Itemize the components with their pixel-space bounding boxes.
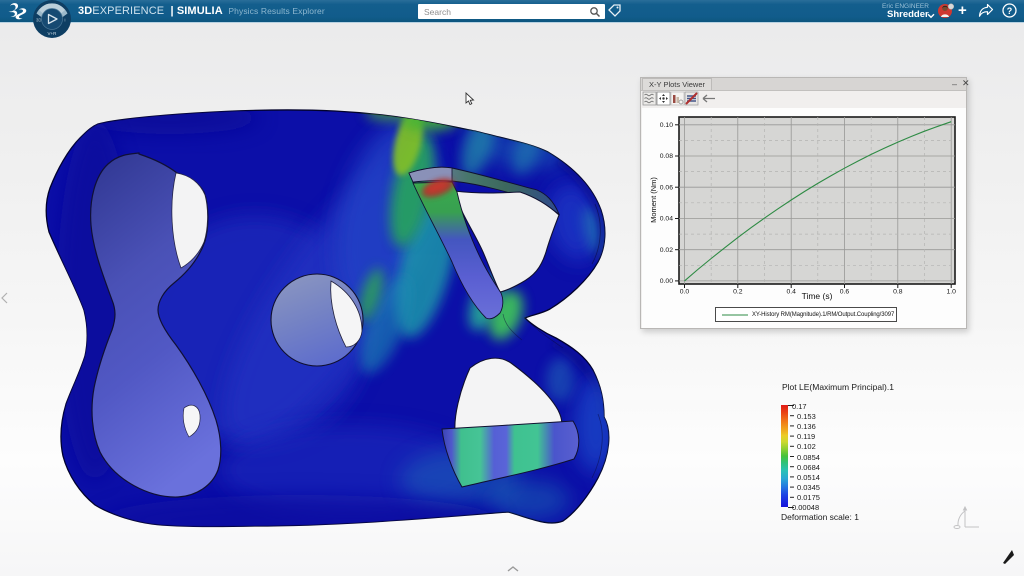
svg-text:0.06: 0.06 (660, 184, 673, 191)
svg-text:Moment (Nm): Moment (Nm) (649, 177, 658, 223)
svg-text:0.04: 0.04 (660, 216, 673, 223)
svg-text:0.4: 0.4 (786, 289, 796, 296)
svg-text:i: i (65, 18, 66, 23)
svg-text:0.2: 0.2 (733, 289, 743, 296)
svg-text:0.6: 0.6 (840, 289, 850, 296)
svg-text:0.02: 0.02 (660, 247, 673, 254)
svg-text:?: ? (1007, 6, 1013, 16)
svg-text:0.08: 0.08 (660, 153, 673, 160)
svg-text:1.0: 1.0 (946, 289, 956, 296)
svg-text:3D: 3D (36, 18, 41, 23)
svg-text:V+R: V+R (48, 31, 58, 36)
svg-text:0.10: 0.10 (660, 122, 673, 129)
svg-text:0.8: 0.8 (893, 289, 903, 296)
svg-text:Time (s): Time (s) (802, 291, 833, 301)
svg-text:0.00: 0.00 (660, 278, 673, 285)
svg-text:0.0: 0.0 (680, 289, 690, 296)
